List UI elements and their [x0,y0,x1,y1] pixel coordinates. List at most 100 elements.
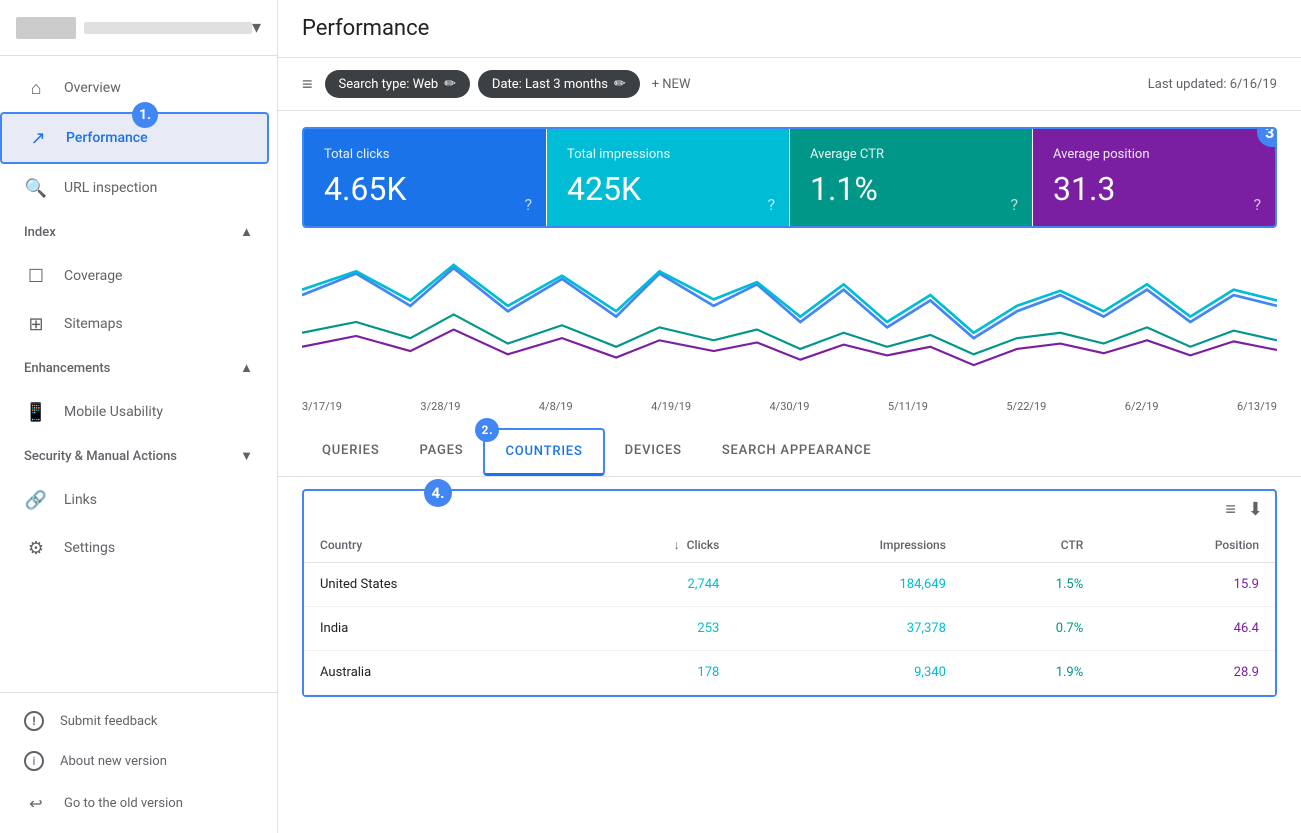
metric-cards-wrapper: 3. Total clicks 4.65K ? Total impression… [278,111,1301,228]
submit-feedback-item[interactable]: ! Submit feedback [0,701,277,741]
impressions-help-icon[interactable]: ? [767,195,775,214]
filter-icon[interactable]: ≡ [302,74,313,95]
impressions-cell-0: 184,649 [735,563,962,607]
go-to-old-version-item[interactable]: ↩ Go to the old version [0,781,277,825]
old-version-icon: ↩ [24,791,48,815]
sidebar-section-security[interactable]: Security & Manual Actions ▼ [0,436,277,476]
sidebar-item-performance[interactable]: ↗ Performance 1. [0,112,269,164]
sidebar-item-links[interactable]: 🔗 Links [0,476,269,524]
sidebar-section-index[interactable]: Index ▲ [0,212,277,252]
scrollable-content: ≡ Search type: Web ✏ Date: Last 3 months… [278,58,1301,833]
sidebar-section-enhancements[interactable]: Enhancements ▲ [0,348,277,388]
home-icon: ⌂ [24,76,48,100]
add-new-button[interactable]: + NEW [652,77,691,92]
sidebar-logo: ▾ [0,0,277,56]
filter-rows-icon[interactable]: ≡ [1225,499,1236,520]
tab-search-appearance[interactable]: SEARCH APPEARANCE [702,429,892,475]
performance-chart [302,252,1277,392]
submit-feedback-label: Submit feedback [60,714,157,729]
sidebar-item-sitemaps[interactable]: ⊞ Sitemaps [0,300,269,348]
avg-ctr-label: Average CTR [810,147,1012,162]
date-edit-icon[interactable]: ✏ [614,76,626,92]
sidebar-performance-label: Performance [66,130,148,146]
x-label-0: 3/17/19 [302,400,342,413]
sitemaps-icon: ⊞ [24,312,48,336]
badge-2: 2. [475,418,499,442]
total-clicks-card[interactable]: Total clicks 4.65K ? [304,129,546,226]
coverage-icon: ☐ [24,264,48,288]
avg-ctr-value: 1.1% [810,170,1012,208]
col-ctr: CTR [962,528,1099,563]
table-row[interactable]: United States 2,744 184,649 1.5% 15.9 [304,563,1275,607]
index-collapse-icon: ▲ [240,224,253,240]
search-type-edit-icon[interactable]: ✏ [444,76,456,92]
avg-position-label: Average position [1053,147,1255,162]
sidebar-item-mobile-usability[interactable]: 📱 Mobile Usability [0,388,269,436]
x-label-6: 5/22/19 [1006,400,1046,413]
countries-table: Country ↓ Clicks Impressions CTR [304,528,1275,695]
table-row[interactable]: India 253 37,378 0.7% 46.4 [304,607,1275,651]
sidebar-mobile-label: Mobile Usability [64,404,163,420]
avg-position-card[interactable]: Average position 31.3 ? [1033,129,1275,226]
sidebar-settings-label: Settings [64,540,115,556]
total-impressions-card[interactable]: Total impressions 425K ? [547,129,789,226]
mobile-icon: 📱 [24,400,48,424]
sidebar-url-label: URL inspection [64,180,157,196]
download-icon[interactable]: ⬇ [1248,499,1263,520]
x-label-5: 5/11/19 [888,400,928,413]
main-header: Performance [278,0,1301,58]
total-impressions-label: Total impressions [567,147,769,162]
about-new-version-label: About new version [60,754,167,769]
ctr-cell-0: 1.5% [962,563,1099,607]
country-cell-1: India [304,607,556,651]
avg-ctr-card[interactable]: Average CTR 1.1% ? [790,129,1032,226]
tab-devices[interactable]: DEVICES [605,429,702,475]
page-title: Performance [302,16,429,41]
sidebar-item-url-inspection[interactable]: 🔍 URL inspection [0,164,269,212]
security-expand-icon: ▼ [240,448,253,464]
col-country: Country [304,528,556,563]
col-position: Position [1099,528,1275,563]
ctr-cell-2: 1.9% [962,651,1099,695]
ctr-help-icon[interactable]: ? [1010,195,1018,214]
impressions-cell-2: 9,340 [735,651,962,695]
enhancements-label: Enhancements [24,361,110,376]
tab-countries[interactable]: 2. COUNTRIES [483,428,604,476]
tab-pages[interactable]: PAGES [400,429,484,475]
avg-position-value: 31.3 [1053,170,1255,208]
chart-x-labels: 3/17/19 3/28/19 4/8/19 4/19/19 4/30/19 5… [302,396,1277,413]
col-clicks[interactable]: ↓ Clicks [556,528,735,563]
logo-box [16,17,76,39]
clicks-cell-2: 178 [556,651,735,695]
filter-bar: ≡ Search type: Web ✏ Date: Last 3 months… [278,58,1301,111]
clicks-cell-0: 2,744 [556,563,735,607]
security-label: Security & Manual Actions [24,449,177,464]
sidebar: ▾ ⌂ Overview ↗ Performance 1. 🔍 URL insp… [0,0,278,833]
index-label: Index [24,225,56,240]
info-icon: i [24,751,44,771]
table-row[interactable]: Australia 178 9,340 1.9% 28.9 [304,651,1275,695]
clicks-cell-1: 253 [556,607,735,651]
col-impressions: Impressions [735,528,962,563]
sidebar-item-settings[interactable]: ⚙ Settings [0,524,269,572]
add-new-label: + NEW [652,77,691,92]
x-label-7: 6/2/19 [1125,400,1159,413]
tab-queries[interactable]: QUERIES [302,429,400,475]
date-label: Date: Last 3 months [492,77,608,92]
sidebar-item-coverage[interactable]: ☐ Coverage [0,252,269,300]
chart-container: 3/17/19 3/28/19 4/8/19 4/19/19 4/30/19 5… [278,228,1301,428]
date-chip[interactable]: Date: Last 3 months ✏ [478,70,640,98]
sidebar-footer: ! Submit feedback i About new version ↩ … [0,692,277,833]
sidebar-item-overview[interactable]: ⌂ Overview [0,64,269,112]
tabs-container: QUERIES PAGES 2. COUNTRIES DEVICES SEARC… [278,428,1301,477]
clicks-help-icon[interactable]: ? [524,195,532,214]
about-new-version-item[interactable]: i About new version [0,741,277,781]
x-label-8: 6/13/19 [1237,400,1277,413]
dropdown-icon[interactable]: ▾ [252,17,261,38]
sidebar-navigation: ⌂ Overview ↗ Performance 1. 🔍 URL inspec… [0,56,277,692]
total-clicks-label: Total clicks [324,147,526,162]
go-to-old-version-label: Go to the old version [64,796,183,811]
ctr-cell-1: 0.7% [962,607,1099,651]
position-help-icon[interactable]: ? [1253,195,1261,214]
search-type-chip[interactable]: Search type: Web ✏ [325,70,470,98]
